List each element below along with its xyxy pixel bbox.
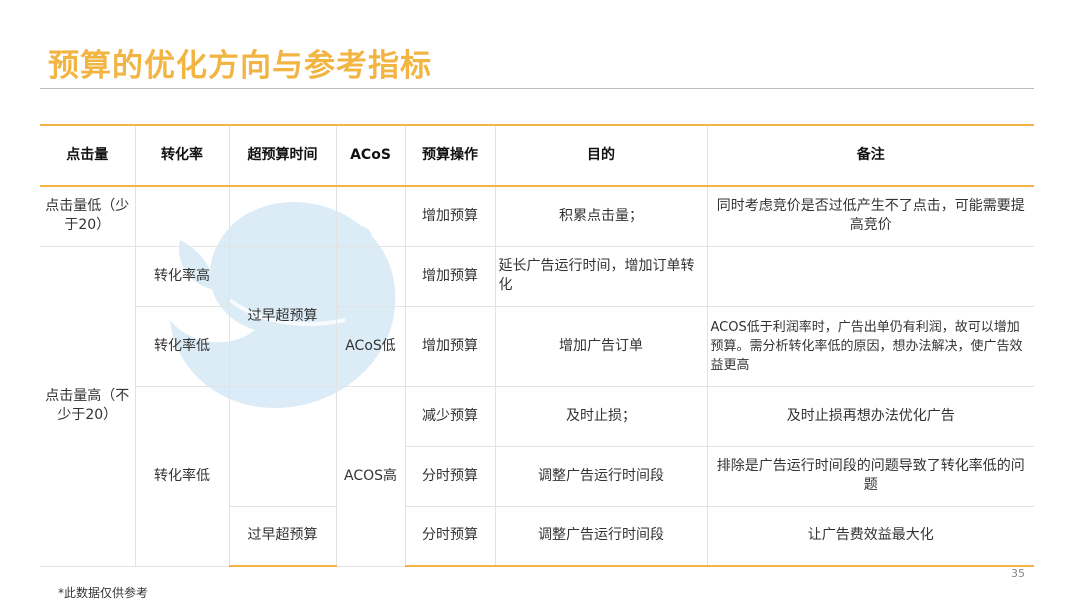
cell-conversion: [135, 186, 230, 247]
table-row: 点击量低（少于20） 增加预算 积累点击量； 同时考虑竞价是否过低产生不了点击，…: [40, 186, 1034, 247]
cell-purpose: 调整广告运行时间段: [495, 446, 708, 507]
header-purpose: 目的: [495, 124, 708, 187]
cell-purpose: 积累点击量；: [495, 186, 708, 247]
title-divider: [40, 88, 1034, 89]
cell-acos: ACOS高: [336, 386, 406, 567]
cell-note: 及时止损再想办法优化广告: [707, 386, 1034, 447]
header-over-budget-time: 超预算时间: [229, 124, 337, 187]
cell-over-budget: 过早超预算: [229, 246, 337, 387]
cell-note: 同时考虑竞价是否过低产生不了点击，可能需要提高竞价: [707, 186, 1034, 247]
header-budget-action: 预算操作: [405, 124, 496, 187]
cell-note: 排除是广告运行时间段的问题导致了转化率低的问题: [707, 446, 1034, 507]
cell-purpose: 增加广告订单: [495, 306, 708, 387]
cell-purpose: 延长广告运行时间，增加订单转化: [495, 246, 708, 307]
cell-acos: [336, 186, 406, 247]
header-acos: ACoS: [336, 124, 406, 187]
page-number: 35: [1011, 567, 1025, 580]
cell-note: 让广告费效益最大化: [707, 506, 1034, 567]
cell-action: 分时预算: [405, 446, 496, 507]
budget-table: 点击量 转化率 超预算时间 ACoS 预算操作 目的 备注 点击量低（少于20）…: [40, 124, 1034, 567]
table-row: 转化率低 ACOS高 减少预算 及时止损； 及时止损再想办法优化广告: [40, 386, 1034, 567]
table-header-row: 点击量 转化率 超预算时间 ACoS 预算操作 目的 备注: [40, 124, 1034, 187]
cell-action: 增加预算: [405, 246, 496, 307]
table-row: 转化率低 ACoS低 增加预算 增加广告订单 ACOS低于利润率时，广告出单仍有…: [40, 306, 1034, 387]
page-title: 预算的优化方向与参考指标: [48, 48, 432, 84]
header-conversion: 转化率: [135, 124, 230, 187]
cell-purpose: 及时止损；: [495, 386, 708, 447]
cell-acos: [336, 246, 406, 307]
cell-clicks: 点击量高（不少于20）: [40, 246, 136, 567]
cell-action: 增加预算: [405, 186, 496, 247]
cell-over-budget: 过早超预算: [229, 506, 337, 567]
cell-action: 增加预算: [405, 306, 496, 387]
cell-conversion: 转化率高: [135, 246, 230, 307]
cell-over-budget: [229, 186, 337, 247]
cell-action: 减少预算: [405, 386, 496, 447]
cell-over-budget: [229, 386, 337, 507]
cell-acos: ACoS低: [336, 306, 406, 387]
cell-clicks: 点击量低（少于20）: [40, 186, 136, 247]
footnote: *此数据仅供参考: [58, 586, 149, 600]
header-notes: 备注: [707, 124, 1034, 187]
cell-conversion: 转化率低: [135, 306, 230, 387]
cell-note: ACOS低于利润率时，广告出单仍有利润，故可以增加预算。需分析转化率低的原因，想…: [707, 306, 1034, 387]
cell-conversion: 转化率低: [135, 386, 230, 567]
cell-purpose: 调整广告运行时间段: [495, 506, 708, 567]
header-clicks: 点击量: [40, 124, 136, 187]
table-row: 点击量高（不少于20） 转化率高 过早超预算 增加预算 延长广告运行时间，增加订…: [40, 246, 1034, 567]
cell-note: [707, 246, 1034, 307]
cell-action: 分时预算: [405, 506, 496, 567]
